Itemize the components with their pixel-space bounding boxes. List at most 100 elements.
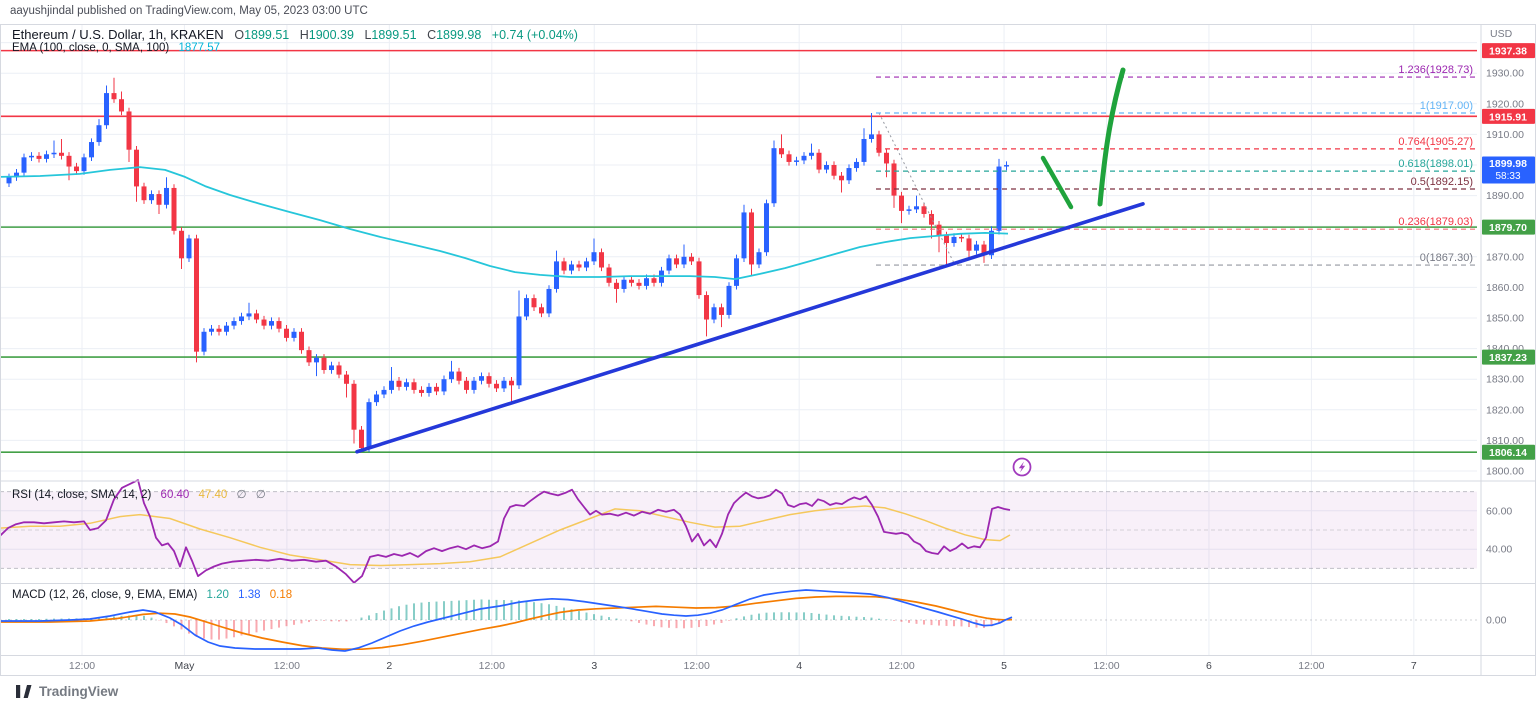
chart-canvas[interactable]: 1.236(1928.73)1(1917.00)0.764(1905.27)0.… (0, 0, 1536, 708)
candle (382, 390, 387, 395)
candle (787, 154, 792, 162)
svg-text:1899.98: 1899.98 (1489, 158, 1527, 170)
candle (449, 372, 454, 380)
ohlc-readout: O1899.51 H1900.39 L1899.51 C1899.98 +0.7… (227, 28, 578, 42)
price-badge: 1915.91 (1482, 109, 1535, 124)
tradingview-logo[interactable]: TradingView (16, 684, 118, 699)
candle (802, 156, 807, 161)
candle (892, 163, 897, 195)
candle (674, 258, 679, 264)
fib-level-label: 0.236(1879.03) (1398, 216, 1473, 228)
candle (119, 99, 124, 111)
rsi-ma-value: 47.40 (199, 489, 228, 501)
candle (959, 237, 964, 239)
time-tick: 12:00 (1298, 660, 1324, 672)
price-tick: 1830.00 (1486, 374, 1524, 386)
candle (524, 298, 529, 316)
candle (824, 165, 829, 170)
rsi-legend-row[interactable]: RSI (14, close, SMA, 14, 2) 60.40 47.40 … (12, 487, 266, 501)
candle (682, 257, 687, 265)
candle (539, 307, 544, 313)
candle (532, 298, 537, 307)
candle (307, 350, 312, 362)
candle (67, 156, 72, 167)
ema-value: 1877.57 (178, 42, 220, 54)
fib-level-label: 1.236(1928.73) (1398, 64, 1473, 76)
candle (712, 307, 717, 319)
candle (494, 384, 499, 389)
svg-text:1937.38: 1937.38 (1489, 46, 1527, 58)
candle (314, 358, 319, 363)
candle (622, 280, 627, 289)
time-tick: 3 (591, 660, 597, 672)
candle (464, 381, 469, 390)
candle (89, 142, 94, 157)
svg-text:1837.23: 1837.23 (1489, 352, 1527, 364)
green-up-arrow (1100, 70, 1123, 204)
price-tick: 1850.00 (1486, 313, 1524, 325)
time-tick: 6 (1206, 660, 1212, 672)
candle (74, 167, 79, 172)
rsi-empty-value: ∅ (256, 489, 266, 501)
candle (292, 332, 297, 338)
symbol-legend-row[interactable]: Ethereum / U.S. Dollar, 1h, KRAKEN O1899… (12, 27, 578, 42)
candle (412, 382, 417, 390)
candle (592, 252, 597, 261)
green-arrow-drawings[interactable] (1043, 70, 1123, 207)
candle (502, 381, 507, 389)
macd-legend-row[interactable]: MACD (12, 26, close, 9, EMA, EMA) 1.20 1… (12, 589, 292, 601)
candle (337, 365, 342, 374)
candle (389, 381, 394, 390)
tradingview-logo-text: TradingView (39, 684, 118, 699)
candle (404, 382, 409, 387)
candle (637, 283, 642, 286)
candle (457, 372, 462, 381)
candle (839, 176, 844, 181)
candle (817, 153, 822, 170)
rsi-value: 60.40 (161, 489, 190, 501)
candle (224, 326, 229, 332)
candle (44, 154, 49, 159)
tradingview-logo-icon (16, 685, 33, 698)
candle (794, 160, 799, 162)
time-scale[interactable]: 12:00May12:00212:00312:00412:00512:00612… (69, 660, 1417, 672)
candle (997, 167, 1002, 231)
ema-legend-row[interactable]: EMA (100, close, 0, SMA, 100) 1877.57 (12, 42, 220, 54)
fib-level-label: 0.618(1898.01) (1398, 158, 1473, 170)
time-tick: 12:00 (479, 660, 505, 672)
rsi-band (0, 492, 1477, 569)
candle (419, 390, 424, 393)
price-tick: 1820.00 (1486, 404, 1524, 416)
candle (944, 235, 949, 243)
candle (52, 153, 57, 155)
macd-value: 1.38 (238, 589, 260, 601)
time-tick: 5 (1001, 660, 1007, 672)
fib-level-label: 0(1867.30) (1420, 252, 1473, 264)
candle (929, 214, 934, 225)
candle (697, 261, 702, 295)
price-tick: 1910.00 (1486, 129, 1524, 141)
candle (809, 153, 814, 156)
price-badge: 1837.23 (1482, 350, 1535, 365)
candle (569, 264, 574, 270)
rsi-tick: 60.00 (1486, 505, 1512, 517)
candle (472, 381, 477, 390)
candle (742, 212, 747, 258)
symbol-title: Ethereum / U.S. Dollar, 1h, KRAKEN (12, 27, 224, 42)
macd-hist-value: 1.20 (207, 589, 229, 601)
candle (397, 381, 402, 387)
fib-level-label: 0.764(1905.27) (1398, 136, 1473, 148)
price-badge: 1806.14 (1482, 445, 1535, 460)
price-scale[interactable]: USD1930.001920.001910.001890.001870.0018… (1482, 28, 1535, 627)
flash-icon[interactable] (1014, 459, 1031, 476)
candle (599, 252, 604, 267)
candle (157, 194, 162, 205)
macd-histogram (9, 599, 1007, 639)
price-tick: 1800.00 (1486, 466, 1524, 478)
time-tick: 7 (1411, 660, 1417, 672)
rsi-empty-value: ∅ (237, 489, 247, 501)
candle (629, 280, 634, 283)
time-tick: 12:00 (888, 660, 914, 672)
candle (97, 125, 102, 142)
candle (202, 332, 207, 352)
